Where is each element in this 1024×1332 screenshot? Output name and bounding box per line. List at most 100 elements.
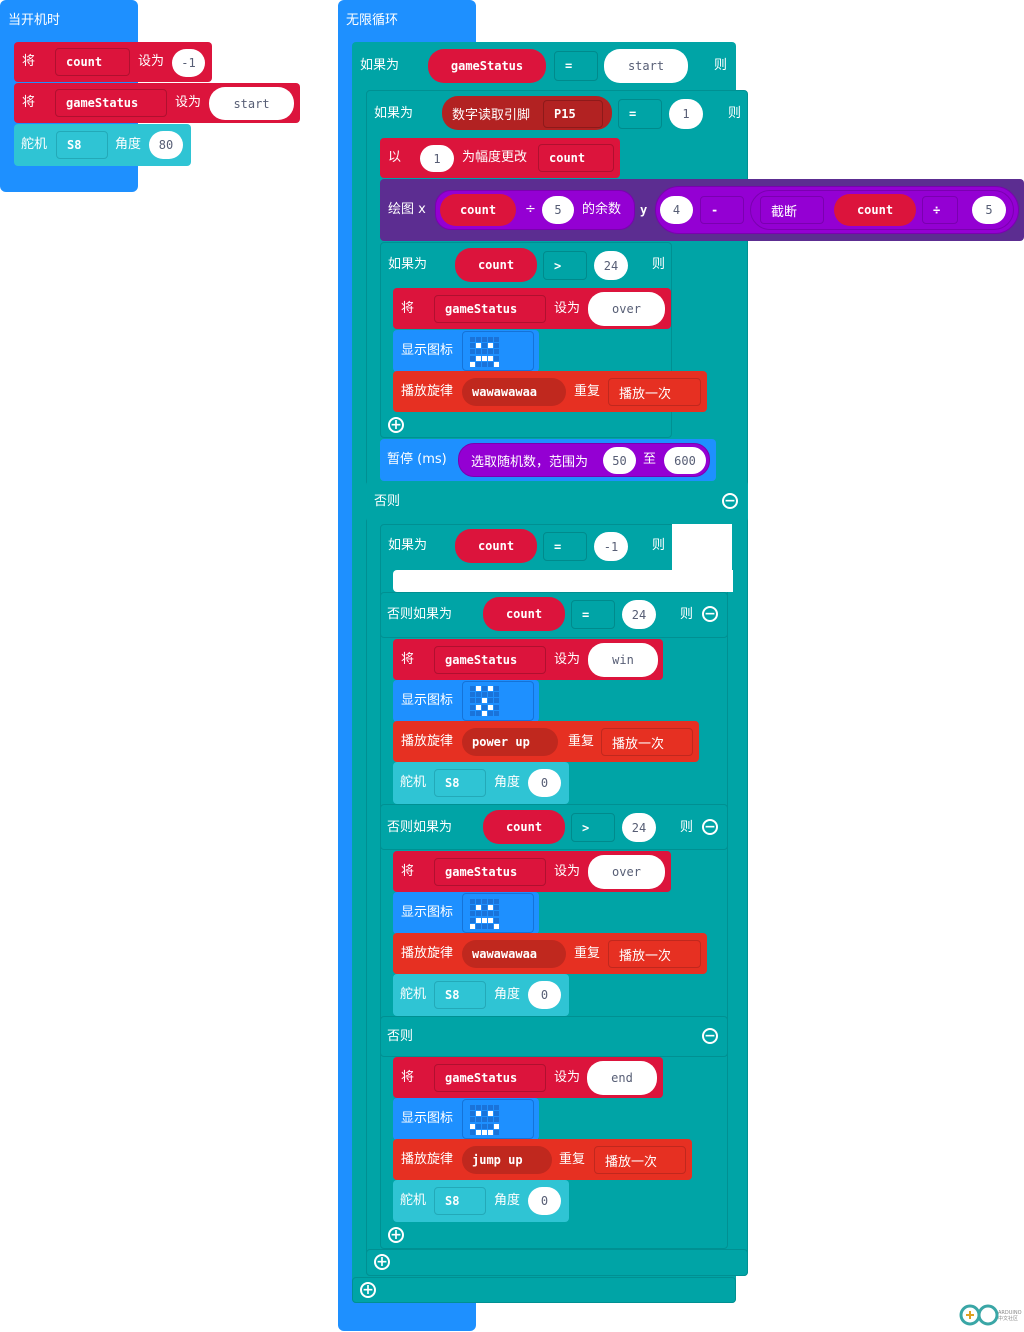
variable-reporter[interactable]: count [483, 810, 565, 844]
to-input[interactable]: 600 [664, 447, 706, 474]
variable-name: count [505, 820, 543, 834]
variable-dropdown[interactable]: gameStatus [55, 89, 167, 117]
led-on [488, 917, 493, 923]
operator-dropdown[interactable]: ÷ [922, 196, 958, 224]
remove-icon[interactable]: − [702, 606, 718, 622]
add-icon[interactable]: + [374, 1254, 390, 1270]
repeat-dropdown[interactable]: 播放一次 [608, 378, 701, 406]
pin-dropdown[interactable]: P15 [543, 100, 603, 128]
value-input[interactable]: start [209, 87, 294, 120]
truncate-dropdown[interactable]: 截断 [760, 196, 824, 224]
then-label: 则 [680, 607, 694, 622]
angle-label: 角度 [494, 775, 521, 790]
led-on [482, 698, 487, 704]
amount-input[interactable]: 1 [420, 145, 454, 172]
variable-dropdown[interactable]: count [538, 144, 614, 172]
led-off [494, 899, 499, 904]
divisor-input[interactable]: 5 [972, 196, 1006, 224]
operator-dropdown[interactable]: = [554, 51, 598, 81]
melody-dropdown[interactable]: jump up [462, 1146, 552, 1174]
value-input[interactable]: over [588, 855, 665, 889]
operator-dropdown[interactable]: > [543, 251, 587, 280]
angle-input[interactable]: 0 [528, 981, 561, 1009]
divisor-input[interactable]: 5 [542, 196, 574, 224]
play-melody-label: 播放旋律 [401, 946, 454, 961]
value-input[interactable]: over [588, 292, 665, 326]
variable-reporter[interactable]: count [455, 248, 537, 282]
led-off [470, 899, 475, 904]
remove-icon[interactable]: − [702, 1028, 718, 1044]
led-off [494, 692, 499, 698]
led-on [494, 923, 499, 929]
pin-dropdown[interactable]: S8 [434, 1187, 486, 1215]
repeat-dropdown[interactable]: 播放一次 [594, 1146, 686, 1174]
variable-reporter[interactable]: count [455, 529, 537, 563]
led-off [476, 1105, 481, 1110]
variable-dropdown[interactable]: count [55, 48, 130, 76]
from-input[interactable]: 50 [603, 447, 636, 474]
repeat-label: 重复 [559, 1152, 586, 1167]
remove-icon[interactable]: − [722, 493, 738, 509]
angle-input[interactable]: 0 [528, 769, 561, 797]
value-input[interactable]: -1 [594, 532, 628, 561]
repeat-dropdown[interactable]: 播放一次 [601, 728, 693, 756]
led-on [488, 355, 493, 361]
variable-reporter[interactable]: count [483, 597, 565, 631]
set-keyword: 将 [401, 652, 415, 667]
led-off [470, 692, 475, 698]
pin-dropdown[interactable]: S8 [434, 981, 486, 1009]
variable-reporter[interactable]: count [834, 194, 916, 226]
value-input[interactable]: 24 [594, 251, 628, 280]
pin-dropdown[interactable]: S8 [434, 769, 486, 797]
remove-icon[interactable]: − [702, 819, 718, 835]
melody-dropdown[interactable]: wawawawaa [462, 940, 566, 968]
led-off [476, 710, 481, 716]
operator-dropdown[interactable]: = [618, 99, 662, 129]
else-if-label: 否则如果为 [387, 607, 453, 622]
melody-name: wawawawaa [472, 947, 538, 961]
variable-dropdown[interactable]: gameStatus [434, 295, 546, 323]
value-input[interactable]: start [604, 49, 688, 83]
operator-dropdown[interactable]: = [543, 532, 587, 561]
pin-dropdown[interactable]: S8 [56, 131, 108, 159]
operator-dropdown[interactable]: = [571, 600, 615, 629]
variable-dropdown[interactable]: gameStatus [434, 1064, 546, 1092]
angle-input[interactable]: 0 [528, 1187, 561, 1215]
value-input[interactable]: 24 [622, 813, 656, 842]
melody-dropdown[interactable]: wawawawaa [462, 378, 566, 406]
show-icon-label: 显示图标 [401, 905, 454, 920]
repeat-dropdown[interactable]: 播放一次 [608, 940, 701, 968]
led-off [482, 349, 487, 355]
then-label: 则 [728, 106, 742, 121]
value-input[interactable]: win [588, 643, 658, 677]
led-on [476, 355, 481, 361]
operator-dropdown[interactable]: - [700, 196, 744, 224]
value-input[interactable]: end [587, 1061, 657, 1095]
add-icon[interactable]: + [360, 1282, 376, 1298]
variable-reporter[interactable]: gameStatus [428, 49, 546, 83]
operator-dropdown[interactable]: > [571, 813, 615, 842]
melody-dropdown[interactable]: power up [462, 728, 558, 756]
forever-label: 无限循环 [346, 13, 399, 28]
logo-text: ARDUINO 中文社区 [998, 1310, 1022, 1322]
led-on [476, 917, 481, 923]
value-input[interactable]: 24 [622, 600, 656, 629]
led-on [482, 355, 487, 361]
led-on [488, 704, 493, 710]
angle-input[interactable]: 80 [149, 131, 183, 159]
value-input[interactable]: 1 [669, 99, 703, 129]
led-off [488, 899, 493, 904]
angle-label: 角度 [115, 137, 142, 152]
led-off [482, 911, 487, 917]
add-icon[interactable]: + [388, 1227, 404, 1243]
variable-dropdown[interactable]: gameStatus [434, 646, 546, 674]
variable-reporter[interactable]: count [440, 194, 516, 226]
add-icon[interactable]: + [388, 417, 404, 433]
y-input[interactable]: 4 [660, 196, 693, 224]
led-off [482, 1111, 487, 1117]
value-input[interactable]: -1 [172, 49, 205, 77]
led-off [482, 686, 487, 691]
variable-dropdown[interactable]: gameStatus [434, 858, 546, 886]
melody-name: wawawawaa [472, 385, 538, 399]
change-by-label: 为幅度更改 [462, 150, 528, 165]
